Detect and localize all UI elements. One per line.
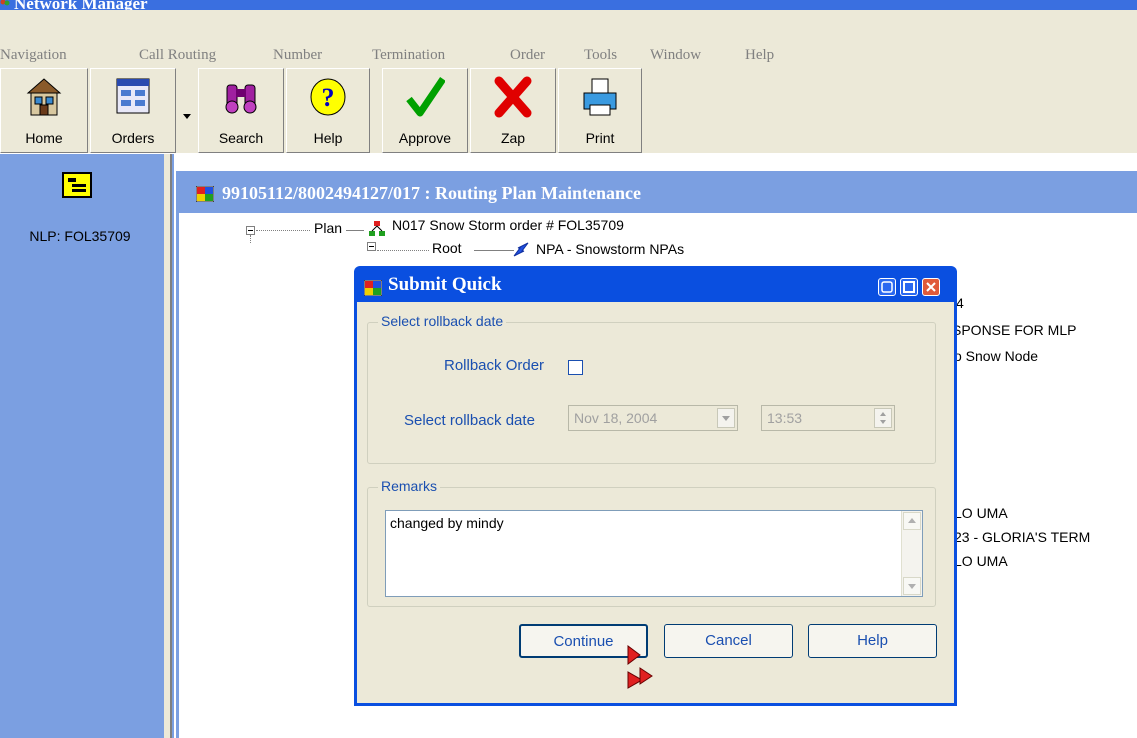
remarks-text: changed by mindy [390, 515, 504, 531]
spinner-arrows-icon [880, 412, 886, 424]
home-label: Home [25, 130, 63, 146]
search-button[interactable]: Search [198, 68, 284, 153]
rollback-group [367, 322, 936, 464]
toolbar: Home Orders Search ? Help Approve Zap Pr… [0, 68, 1137, 154]
minimize-icon [881, 281, 893, 293]
home-button[interactable]: Home [0, 68, 88, 153]
dialog-icon [364, 280, 382, 296]
printer-icon [583, 78, 617, 116]
scroll-up-button[interactable] [903, 512, 921, 530]
rollback-group-title: Select rollback date [378, 313, 507, 329]
scroll-down-button[interactable] [903, 577, 921, 595]
window-title-bar[interactable]: Network Manager [0, 0, 1137, 10]
chevron-down-icon [183, 114, 191, 119]
app-icon [0, 0, 10, 6]
approve-button[interactable]: Approve [382, 68, 468, 153]
chevron-down-icon [908, 584, 916, 589]
tree-connector [346, 230, 364, 231]
search-label: Search [218, 130, 264, 146]
rollback-date-picker[interactable]: Nov 18, 2004 [568, 405, 738, 431]
svg-text:?: ? [322, 83, 335, 112]
plan-node-icon [369, 221, 385, 236]
remarks-scrollbar[interactable] [901, 511, 922, 596]
maximize-button[interactable] [900, 278, 918, 296]
chevron-up-icon [908, 518, 916, 523]
rollback-date-value: Nov 18, 2004 [574, 410, 658, 426]
orders-icon [116, 78, 150, 114]
tree-root-text[interactable]: NPA - Snowstorm NPAs [536, 241, 684, 257]
tree-partial-line[interactable]: LO UMA [954, 553, 1008, 569]
dialog-title: Submit Quick [388, 274, 502, 295]
cancel-button[interactable]: Cancel [664, 624, 793, 658]
window-icon [196, 186, 214, 202]
routing-plan-icon[interactable] [62, 172, 92, 198]
rollback-time-input[interactable]: 13:53 [761, 405, 895, 431]
orders-label: Orders [111, 130, 155, 146]
remarks-textarea[interactable]: changed by mindy [385, 510, 923, 597]
minimize-button[interactable] [878, 278, 896, 296]
approve-label: Approve [398, 130, 452, 146]
npa-node-icon [513, 242, 529, 257]
menu-call-routing[interactable]: Call Routing [139, 44, 216, 66]
tree-connector [377, 250, 429, 251]
cursor-pointer-icon [627, 645, 653, 689]
tree-collapse-root[interactable] [367, 242, 376, 251]
date-dropdown-button[interactable] [717, 408, 735, 428]
tree-collapse-plan[interactable] [246, 226, 255, 235]
close-button[interactable] [922, 278, 940, 296]
close-icon [926, 282, 936, 292]
tree-connector [256, 230, 310, 231]
menu-help[interactable]: Help [745, 44, 774, 66]
rollback-order-checkbox[interactable] [568, 360, 583, 375]
orders-button[interactable]: Orders [90, 68, 176, 153]
binoculars-icon [225, 84, 257, 114]
tree-plan-label[interactable]: Plan [314, 220, 342, 236]
nlp-label[interactable]: NLP: FOL35709 [0, 228, 160, 244]
zap-label: Zap [500, 130, 526, 146]
tree-plan-text[interactable]: N017 Snow Storm order # FOL35709 [392, 217, 624, 233]
tree-root-label[interactable]: Root [432, 240, 462, 256]
menu-navigation[interactable]: Navigation [0, 44, 67, 66]
print-label: Print [585, 130, 615, 146]
help-button[interactable]: ? Help [286, 68, 370, 153]
menu-tools[interactable]: Tools [584, 44, 617, 66]
tree-partial-line[interactable]: o Snow Node [954, 348, 1038, 364]
left-nav-panel: NLP: FOL35709 [0, 154, 160, 738]
app-title: Network Manager [14, 0, 148, 10]
menu-termination[interactable]: Termination [372, 44, 445, 66]
orders-dropdown-arrow[interactable] [178, 68, 196, 153]
checkmark-icon [406, 77, 445, 117]
rollback-order-label: Rollback Order [444, 357, 545, 374]
routing-plan-title: 99105112/8002494127/017 : Routing Plan M… [222, 183, 642, 203]
tree-connector [250, 235, 251, 243]
zap-button[interactable]: Zap [470, 68, 556, 153]
tree-partial-line[interactable]: 23 - GLORIA'S TERM [954, 529, 1090, 545]
menu-order[interactable]: Order [510, 44, 545, 66]
maximize-icon [903, 281, 915, 293]
help-label: Help [313, 130, 343, 146]
tree-connector [474, 250, 514, 251]
menu-window[interactable]: Window [650, 44, 701, 66]
menu-number[interactable]: Number [273, 44, 322, 66]
time-spinner[interactable] [874, 408, 892, 428]
home-icon [26, 78, 62, 116]
tree-partial-line[interactable]: LO UMA [954, 505, 1008, 521]
tree-partial-line[interactable]: 4 [956, 295, 964, 311]
menu-bar: Navigation Call Routing Number Terminati… [0, 10, 1137, 68]
panel-splitter[interactable] [164, 154, 172, 738]
select-rollback-date-label: Select rollback date [404, 412, 535, 429]
help-dialog-button[interactable]: Help [808, 624, 937, 658]
help-icon: ? [310, 78, 346, 116]
remarks-group-title: Remarks [378, 478, 441, 494]
tree-partial-line[interactable]: SPONSE FOR MLP [952, 322, 1076, 338]
rollback-time-value: 13:53 [767, 410, 803, 426]
print-button[interactable]: Print [558, 68, 642, 153]
red-x-icon [494, 76, 532, 118]
chevron-down-icon [722, 416, 730, 421]
